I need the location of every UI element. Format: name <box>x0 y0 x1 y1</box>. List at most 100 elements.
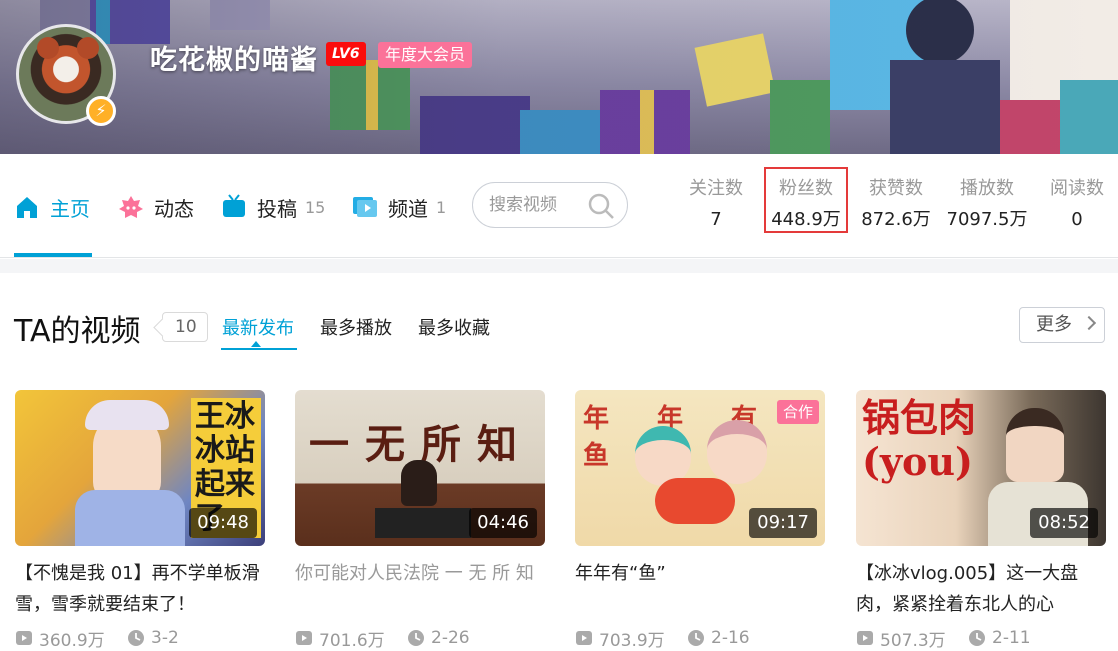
stat-label: 获赞数 <box>869 178 923 199</box>
stat-label: 粉丝数 <box>779 178 833 199</box>
play-count-icon <box>576 631 592 645</box>
video-thumbnail[interactable]: 王冰冰站起来了 09:48 <box>15 390 265 546</box>
video-meta: 360.9万 3-2 <box>15 626 265 651</box>
section-divider <box>0 259 1118 273</box>
chevron-right-icon <box>1081 315 1097 331</box>
clock-icon <box>408 630 424 646</box>
thumb-figure <box>401 460 437 506</box>
stat-reads: 阅读数 0 <box>1035 176 1118 232</box>
nav-home-label: 主页 <box>50 196 90 221</box>
video-thumbnail[interactable]: 一无所知 04:46 <box>295 390 545 546</box>
stat-followers[interactable]: 粉丝数 448.9万 <box>764 167 848 233</box>
tab-latest[interactable]: 最新发布 <box>222 314 294 340</box>
play-count: 507.3万 <box>856 626 968 651</box>
play-count-value: 507.3万 <box>880 630 946 651</box>
thumb-helmet <box>85 400 169 430</box>
video-duration: 09:48 <box>189 508 257 538</box>
search-icon[interactable] <box>587 192 615 220</box>
video-title[interactable]: 【不愧是我 01】再不学单板滑雪，雪季就要结束了！ <box>15 558 265 620</box>
avatar-ear <box>37 37 59 59</box>
thumb-figure-left <box>635 426 691 486</box>
play-count-value: 703.9万 <box>599 630 665 651</box>
upload-date-value: 3-2 <box>151 628 179 648</box>
nav-dynamic-label: 动态 <box>154 196 194 221</box>
profile-nav: 主页 动态 投稿 15 频道 1 关注数 7 <box>0 154 1118 258</box>
thumb-jacket <box>75 490 185 546</box>
video-meta: 703.9万 2-16 <box>575 626 825 651</box>
tab-active-underline <box>221 348 297 350</box>
video-title[interactable]: 【冰冰vlog.005】这一大盘肉，紧紧拴着东北人的心 <box>856 558 1106 620</box>
level-badge: LV6 <box>326 42 366 66</box>
upload-date-value: 2-26 <box>431 628 470 648</box>
thumb-text: 锅包肉(you) <box>862 395 977 484</box>
play-count-icon <box>857 631 873 645</box>
play-count: 703.9万 <box>575 626 687 651</box>
stat-value: 448.9万 <box>771 209 841 230</box>
play-count-value: 360.9万 <box>39 630 105 651</box>
nav-active-underline <box>14 253 92 257</box>
nav-channel[interactable]: 频道 1 <box>352 190 446 224</box>
play-count: 701.6万 <box>295 626 407 651</box>
thumb-bench <box>375 508 471 538</box>
stat-value: 7097.5万 <box>946 209 1028 230</box>
play-count-icon <box>16 631 32 645</box>
clock-icon <box>969 630 985 646</box>
stat-label: 阅读数 <box>1050 178 1104 199</box>
tv-icon <box>223 194 245 217</box>
stat-label: 关注数 <box>689 178 743 199</box>
upload-date: 3-2 <box>127 628 179 648</box>
stat-value: 0 <box>1071 209 1083 230</box>
thumb-figure-right <box>707 420 767 484</box>
nav-dynamic[interactable]: 动态 <box>118 190 194 224</box>
stat-following[interactable]: 关注数 7 <box>674 176 758 232</box>
stat-label: 播放数 <box>960 178 1014 199</box>
stat-value: 7 <box>710 209 722 230</box>
video-meta: 701.6万 2-26 <box>295 626 545 651</box>
upload-date: 2-26 <box>407 628 470 648</box>
video-card[interactable]: 锅包肉(you) 08:52 【冰冰vlog.005】这一大盘肉，紧紧拴着东北人… <box>856 390 1106 651</box>
video-card[interactable]: 王冰冰站起来了 09:48 【不愧是我 01】再不学单板滑雪，雪季就要结束了！ … <box>15 390 265 651</box>
video-title[interactable]: 你可能对人民法院 一 无 所 知 <box>295 558 545 620</box>
video-duration: 04:46 <box>469 508 537 538</box>
banner-shade <box>0 0 1118 154</box>
tab-active-caret <box>251 341 261 347</box>
collab-badge: 合作 <box>776 400 819 424</box>
upload-date: 2-11 <box>968 628 1031 648</box>
stat-value: 872.6万 <box>861 209 931 230</box>
home-icon <box>17 197 37 218</box>
tab-most-favorited[interactable]: 最多收藏 <box>418 314 490 340</box>
video-thumbnail[interactable]: 锅包肉(you) 08:52 <box>856 390 1106 546</box>
video-card[interactable]: 一无所知 04:46 你可能对人民法院 一 无 所 知 701.6万 2-26 <box>295 390 545 651</box>
nav-channel-label: 频道 <box>388 196 428 221</box>
vip-badge[interactable]: 年度大会员 <box>378 42 473 68</box>
nav-channel-count: 1 <box>436 197 447 217</box>
search-input[interactable] <box>489 195 589 215</box>
clock-icon <box>688 630 704 646</box>
avatar-ear <box>77 37 99 59</box>
nav-home[interactable]: 主页 <box>14 190 90 224</box>
more-label: 更多 <box>1036 314 1072 335</box>
video-count-badge: 10 <box>162 312 208 342</box>
video-search <box>472 182 628 228</box>
more-button[interactable]: 更多 <box>1019 307 1105 343</box>
upload-date: 2-16 <box>687 628 750 648</box>
nav-uploads-count: 15 <box>305 197 326 217</box>
video-duration: 09:17 <box>749 508 817 538</box>
video-duration: 08:52 <box>1030 508 1098 538</box>
play-count: 360.9万 <box>15 626 127 651</box>
video-thumbnail[interactable]: 年年有鱼 合作 09:17 <box>575 390 825 546</box>
thumb-figure <box>1006 408 1064 482</box>
clock-icon <box>128 630 144 646</box>
tab-most-played[interactable]: 最多播放 <box>320 314 392 340</box>
dynamic-icon <box>119 196 143 218</box>
nav-uploads[interactable]: 投稿 15 <box>221 190 325 224</box>
thumb-fish <box>655 478 735 524</box>
upload-date-value: 2-16 <box>711 628 750 648</box>
video-title[interactable]: 年年有“鱼” <box>575 558 825 620</box>
video-card[interactable]: 年年有鱼 合作 09:17 年年有“鱼” 703.9万 2-16 <box>575 390 825 651</box>
nav-uploads-label: 投稿 <box>257 196 297 221</box>
section-title: TA的视频 <box>14 314 141 349</box>
stat-plays: 播放数 7097.5万 <box>945 176 1029 232</box>
verified-lightning-icon: ⚡ <box>86 96 116 126</box>
upload-date-value: 2-11 <box>992 628 1031 648</box>
